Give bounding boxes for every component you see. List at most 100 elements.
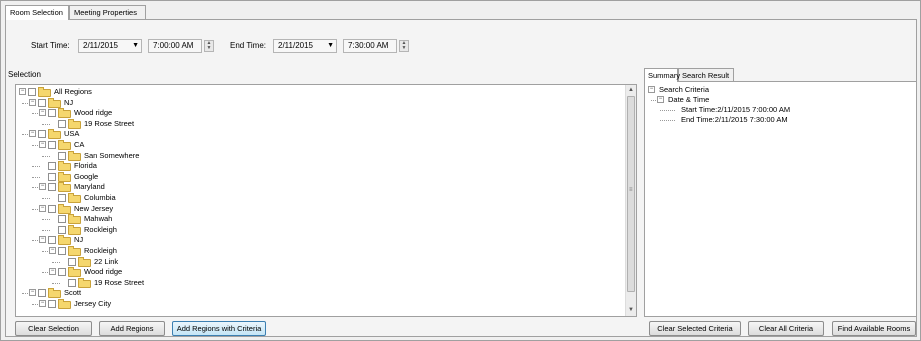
tab-meeting-properties[interactable]: Meeting Properties <box>69 5 146 19</box>
tree-node-label: USA <box>64 129 80 139</box>
end-date-picker[interactable]: 2/11/2015 ▼ <box>273 39 337 53</box>
summary-node-label: Date & Time <box>668 95 710 104</box>
tree-node[interactable]: − NJ <box>16 97 616 108</box>
spin-down-icon[interactable]: ▼ <box>205 46 213 51</box>
add-regions-with-criteria-button[interactable]: Add Regions with Criteria <box>172 321 266 336</box>
tree-node[interactable]: San Somewhere <box>16 150 616 161</box>
checkbox-icon[interactable] <box>48 300 56 308</box>
tree-node[interactable]: − Rockleigh <box>16 246 616 256</box>
collapse-icon[interactable]: − <box>49 247 56 254</box>
tree-node-label: Google <box>74 171 99 181</box>
tree-node[interactable]: 19 Rose Street <box>16 118 616 129</box>
window-frame: Room Selection Meeting Properties Start … <box>0 0 921 341</box>
collapse-icon[interactable]: − <box>29 289 36 297</box>
tree-node[interactable]: − All Regions <box>16 87 616 97</box>
summary-node-label: Search Criteria <box>659 85 710 94</box>
tab-summary[interactable]: Summary <box>644 68 680 82</box>
tree-node[interactable]: Rockleigh <box>16 224 616 235</box>
tree-node[interactable]: 22 Link <box>16 256 616 267</box>
checkbox-icon[interactable] <box>48 109 56 118</box>
tree-connector <box>42 155 50 157</box>
clear-selection-button[interactable]: Clear Selection <box>15 321 92 336</box>
checkbox-icon[interactable] <box>38 98 46 107</box>
folder-icon <box>68 193 81 203</box>
tree-node[interactable]: − CA <box>16 140 616 150</box>
end-time-spinner[interactable]: ▲ ▼ <box>399 40 409 52</box>
checkbox-icon[interactable] <box>68 278 76 287</box>
collapse-icon[interactable]: − <box>19 88 26 95</box>
spin-down-icon[interactable]: ▼ <box>400 46 408 51</box>
collapse-icon[interactable]: − <box>39 236 46 244</box>
regions-tree-scrollbar[interactable]: ▲ ≡ ▼ <box>625 85 636 316</box>
checkbox-icon[interactable] <box>58 151 66 160</box>
summary-node[interactable]: − Search Criteria <box>645 85 910 95</box>
end-time-field[interactable]: 7:30:00 AM <box>343 39 397 53</box>
checkbox-icon[interactable] <box>58 119 66 128</box>
find-available-rooms-button[interactable]: Find Available Rooms <box>832 321 916 336</box>
tree-node[interactable]: − New Jersey <box>16 203 616 214</box>
tree-node[interactable]: − Scott <box>16 288 616 299</box>
end-date-value: 2/11/2015 <box>278 41 313 50</box>
tree-node[interactable]: − Wood ridge <box>16 267 616 278</box>
checkbox-icon[interactable] <box>48 162 56 171</box>
collapse-icon[interactable]: − <box>648 86 655 93</box>
collapse-icon[interactable]: − <box>39 109 46 117</box>
checkbox-icon[interactable] <box>48 172 56 181</box>
tree-node[interactable]: Google <box>16 171 616 182</box>
tab-search-result[interactable]: Search Result <box>678 68 734 81</box>
tab-room-selection[interactable]: Room Selection <box>5 5 69 20</box>
summary-node[interactable]: − Date & Time <box>645 95 910 105</box>
collapse-icon[interactable]: − <box>29 98 36 106</box>
tree-node-label: New Jersey <box>74 203 114 213</box>
tree-node[interactable]: Columbia <box>16 193 616 203</box>
collapse-icon[interactable]: − <box>39 204 46 212</box>
start-time-field[interactable]: 7:00:00 AM <box>148 39 202 53</box>
checkbox-icon[interactable] <box>68 257 76 266</box>
tree-node-label: CA <box>74 140 85 149</box>
tree-node[interactable]: Florida <box>16 161 616 172</box>
tree-node[interactable]: − NJ <box>16 235 616 246</box>
clear-all-criteria-button[interactable]: Clear All Criteria <box>748 321 824 336</box>
collapse-icon[interactable]: − <box>29 130 36 138</box>
tree-node[interactable]: − Jersey City <box>16 299 616 309</box>
summary-node[interactable]: End Time:2/11/2015 7:30:00 AM <box>645 115 910 125</box>
scroll-thumb[interactable]: ≡ <box>627 96 635 292</box>
checkbox-icon[interactable] <box>48 236 56 245</box>
checkbox-icon[interactable] <box>48 183 56 192</box>
tree-node[interactable]: 19 Rose Street <box>16 277 616 288</box>
folder-icon <box>68 214 81 225</box>
add-regions-button[interactable]: Add Regions <box>99 321 165 336</box>
checkbox-icon[interactable] <box>58 268 66 277</box>
start-date-picker[interactable]: 2/11/2015 ▼ <box>78 39 142 53</box>
tree-node[interactable]: − Maryland <box>16 182 616 193</box>
collapse-icon[interactable]: − <box>39 300 46 307</box>
collapse-icon[interactable]: − <box>49 268 56 276</box>
tree-node[interactable]: − Wood ridge <box>16 108 616 119</box>
clear-selected-criteria-button[interactable]: Clear Selected Criteria <box>649 321 741 336</box>
scroll-up-icon[interactable]: ▲ <box>626 85 636 95</box>
tree-node[interactable]: − USA <box>16 129 616 140</box>
checkbox-icon[interactable] <box>58 225 66 234</box>
collapse-icon[interactable]: − <box>39 141 46 148</box>
tree-node-label: All Regions <box>54 87 92 96</box>
checkbox-icon[interactable] <box>58 247 66 255</box>
folder-icon <box>68 267 81 278</box>
tree-node[interactable]: Mahwah <box>16 214 616 225</box>
collapse-icon[interactable]: − <box>657 96 664 103</box>
regions-tree[interactable]: ▲ ≡ ▼ − All Regions − NJ − Wood ridge 19 Rose … <box>15 84 637 317</box>
summary-tree[interactable]: − Search Criteria − Date & Time Start Time:2… <box>644 81 917 317</box>
collapse-icon[interactable]: − <box>39 183 46 191</box>
start-time-spinner[interactable]: ▲ ▼ <box>204 40 214 52</box>
checkbox-icon[interactable] <box>38 130 46 139</box>
folder-icon <box>58 203 71 214</box>
checkbox-icon[interactable] <box>48 141 56 149</box>
scroll-down-icon[interactable]: ▼ <box>626 305 636 315</box>
summary-node[interactable]: Start Time:2/11/2015 7:00:00 AM <box>645 105 910 115</box>
checkbox-icon[interactable] <box>58 215 66 224</box>
checkbox-icon[interactable] <box>28 88 36 96</box>
folder-icon <box>48 97 61 108</box>
checkbox-icon[interactable] <box>38 289 46 298</box>
folder-icon <box>78 256 91 267</box>
checkbox-icon[interactable] <box>48 204 56 213</box>
checkbox-icon[interactable] <box>58 194 66 202</box>
